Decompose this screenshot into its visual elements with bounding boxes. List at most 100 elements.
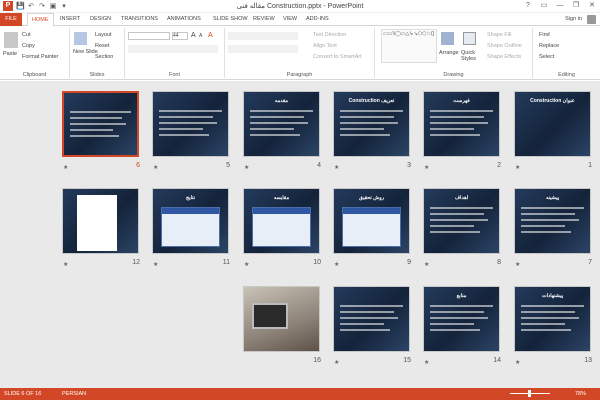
transition-star-icon[interactable]: ★ [153, 261, 158, 268]
tab-add-ins[interactable]: ADD-INS [302, 13, 333, 26]
transition-star-icon[interactable]: ★ [334, 164, 339, 171]
drawing-group: ▭▭\\◯▭△↳↘⬠⬡☆{} Arrange Quick Styles Shap… [375, 28, 533, 78]
shrink-font-button[interactable]: A [199, 33, 202, 39]
text-direction-button[interactable]: Text Direction [313, 32, 346, 38]
slide-thumbnail-16[interactable] [243, 286, 320, 352]
slide-number: 1 [588, 162, 592, 169]
shape-outline-button[interactable]: Shape Outline [487, 43, 522, 49]
slide-thumbnail-8[interactable]: اهداف [423, 188, 500, 254]
transition-star-icon[interactable]: ★ [515, 261, 520, 268]
paste-button[interactable]: Paste [3, 51, 17, 57]
tab-insert[interactable]: INSERT [56, 13, 84, 26]
slide-thumbnail-9[interactable]: روش تحقیق [333, 188, 410, 254]
tab-design[interactable]: DESIGN [86, 13, 115, 26]
slide-thumbnail-5[interactable] [152, 91, 229, 157]
slide-indicator: SLIDE 6 OF 16 [4, 391, 42, 397]
font-formatting-row[interactable] [128, 45, 218, 53]
tab-view[interactable]: VIEW [279, 13, 301, 26]
slide-number: 10 [313, 259, 321, 266]
transition-star-icon[interactable]: ★ [244, 164, 249, 171]
zoom-level[interactable]: 78% [575, 391, 586, 397]
slide-thumbnail-4[interactable]: مقدمه [243, 91, 320, 157]
tab-animations[interactable]: ANIMATIONS [163, 13, 205, 26]
paste-icon[interactable] [4, 32, 18, 48]
copy-button[interactable]: Copy [22, 43, 35, 49]
slide-thumbnail-14[interactable]: منابع [423, 286, 500, 352]
tab-transitions[interactable]: TRANSITIONS [117, 13, 162, 26]
tab-file[interactable]: FILE [0, 13, 22, 26]
slide-thumbnail-7[interactable]: پیشینه [514, 188, 591, 254]
arrange-button[interactable]: Arrange [439, 50, 459, 56]
slide-thumbnail-3[interactable]: Construction تعریف [333, 91, 410, 157]
slide-title: مقایسه [273, 195, 290, 201]
tab-review[interactable]: REVIEW [249, 13, 279, 26]
font-group: 44 A A A Font [125, 28, 225, 78]
slide-number: 15 [403, 357, 411, 364]
transition-star-icon[interactable]: ★ [424, 359, 429, 366]
transition-star-icon[interactable]: ★ [424, 261, 429, 268]
ribbon-display-icon[interactable]: ▭ [536, 0, 552, 12]
slide-thumbnail-6[interactable] [62, 91, 139, 157]
minimize-icon[interactable]: — [552, 0, 568, 12]
sign-in-link[interactable]: Sign in [565, 16, 582, 22]
language-indicator[interactable]: PERSIAN [62, 391, 86, 397]
shape-effects-button[interactable]: Shape Effects [487, 54, 521, 60]
alignment-buttons-row[interactable] [228, 45, 298, 53]
section-button[interactable]: Section [95, 54, 113, 60]
shapes-gallery[interactable]: ▭▭\\◯▭△↳↘⬠⬡☆{} [381, 29, 437, 63]
transition-star-icon[interactable]: ★ [424, 164, 429, 171]
layout-button[interactable]: Layout [95, 32, 112, 38]
slide-thumbnail-13[interactable]: پیشنهادات [514, 286, 591, 352]
slide-thumbnail-10[interactable]: مقایسه [243, 188, 320, 254]
font-size-field[interactable]: 44 [172, 32, 188, 40]
slide-title: مقدمه [274, 98, 289, 104]
restore-icon[interactable]: ❐ [568, 0, 584, 12]
align-text-button[interactable]: Align Text [313, 43, 337, 49]
replace-button[interactable]: Replace [539, 43, 559, 49]
slides-group: New Slide Layout Reset Section Slides [70, 28, 125, 78]
slide-thumbnail-12[interactable] [62, 188, 139, 254]
transition-star-icon[interactable]: ★ [334, 261, 339, 268]
slides-label: Slides [89, 72, 105, 78]
slide-thumbnail-15[interactable] [333, 286, 410, 352]
select-button[interactable]: Select [539, 54, 554, 60]
transition-star-icon[interactable]: ★ [515, 359, 520, 366]
shape-fill-button[interactable]: Shape Fill [487, 32, 511, 38]
help-icon[interactable]: ? [520, 0, 536, 12]
transition-star-icon[interactable]: ★ [244, 261, 249, 268]
font-name-field[interactable] [128, 32, 170, 40]
slide-number: 8 [497, 259, 501, 266]
window-title: مقاله فنی Construction.pptx - PowerPoint [236, 3, 364, 10]
reset-button[interactable]: Reset [95, 43, 109, 49]
transition-star-icon[interactable]: ★ [63, 164, 68, 171]
slide-number: 2 [497, 162, 501, 169]
zoom-slider-handle[interactable] [528, 390, 531, 397]
tab-slide-show[interactable]: SLIDE SHOW [209, 13, 252, 26]
slide-thumbnail-1[interactable]: Construction عنوان [514, 91, 591, 157]
new-slide-icon[interactable] [74, 32, 87, 45]
transition-star-icon[interactable]: ★ [334, 359, 339, 366]
slide-thumbnail-11[interactable]: نتایج [152, 188, 229, 254]
arrange-icon[interactable] [441, 32, 454, 45]
clipboard-group: Paste Cut Copy Format Painter Clipboard [0, 28, 70, 78]
quick-styles-icon[interactable] [463, 32, 476, 45]
convert-smartart-button[interactable]: Convert to SmartArt [313, 54, 362, 60]
find-button[interactable]: Find [539, 32, 550, 38]
close-icon[interactable]: ✕ [584, 0, 600, 12]
slide-number: 12 [132, 259, 140, 266]
avatar[interactable] [587, 15, 596, 24]
clear-formatting-button[interactable]: A [208, 32, 213, 39]
transition-star-icon[interactable]: ★ [63, 261, 68, 268]
slide-title: Construction تعریف [348, 98, 395, 104]
slide-thumbnail-2[interactable]: فهرست [423, 91, 500, 157]
slide-number: 11 [222, 259, 230, 266]
transition-star-icon[interactable]: ★ [153, 164, 158, 171]
quick-styles-button[interactable]: Quick Styles [461, 50, 483, 62]
cut-button[interactable]: Cut [22, 32, 31, 38]
format-painter-button[interactable]: Format Painter [22, 54, 58, 60]
transition-star-icon[interactable]: ★ [515, 164, 520, 171]
list-buttons-row[interactable] [228, 32, 298, 40]
font-label: Font [168, 72, 180, 78]
tab-home[interactable]: HOME [27, 13, 54, 27]
grow-font-button[interactable]: A [191, 32, 196, 39]
